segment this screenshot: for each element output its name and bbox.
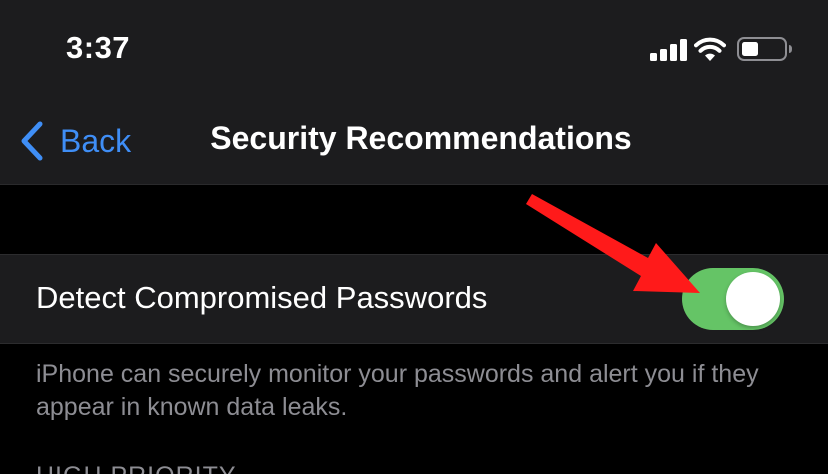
wifi-icon [694,37,726,61]
setting-description: iPhone can securely monitor your passwor… [36,360,759,421]
cellular-signal-icon [650,39,687,61]
setting-label: Detect Compromised Passwords [36,280,488,315]
battery-icon [737,37,792,61]
toggle-knob [726,272,780,326]
status-time: 3:37 [66,30,131,65]
navigation-header: 3:37 Back Security Recommendations [0,0,828,185]
detect-compromised-passwords-row: Detect Compromised Passwords [0,254,828,344]
section-header-high-priority: HIGH PRIORITY [36,462,237,474]
detect-compromised-passwords-toggle[interactable] [682,268,784,330]
settings-screen: 3:37 Back Security Recommendations Detec… [0,0,828,474]
page-title: Security Recommendations [210,120,632,156]
